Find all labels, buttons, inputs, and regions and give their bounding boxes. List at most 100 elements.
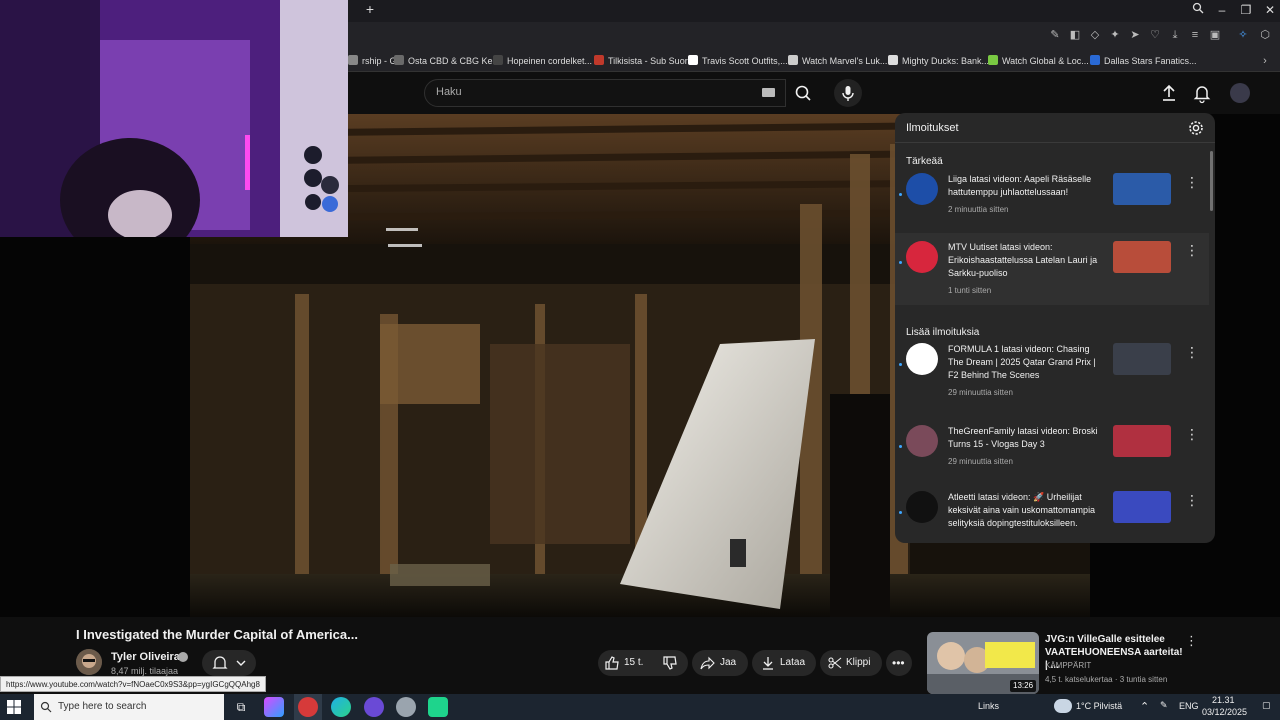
cloud-icon (1054, 699, 1072, 713)
language-indicator[interactable]: ENG (1179, 701, 1199, 711)
chevron-down-icon (236, 660, 246, 666)
notification-thumbnail[interactable] (1113, 425, 1171, 457)
bookmark-item[interactable]: Dallas Stars Fanatics... (1090, 54, 1197, 68)
more-vertical-icon[interactable]: ⋮ (1185, 493, 1199, 507)
search-input[interactable] (424, 79, 786, 107)
share-button[interactable]: Jaa (692, 650, 748, 676)
notification-item[interactable]: FORMULA 1 latasi videon: Chasing The Dre… (895, 335, 1209, 405)
extension-icon[interactable]: ✦ (1108, 28, 1122, 42)
notifications-scrollbar[interactable] (1210, 151, 1213, 211)
shield-icon[interactable]: ◇ (1088, 28, 1102, 42)
notification-channel-avatar[interactable] (906, 491, 938, 523)
notification-channel-avatar[interactable] (906, 343, 938, 375)
notification-thumbnail[interactable] (1113, 491, 1171, 523)
channel-name[interactable]: Tyler Oliveira (111, 651, 180, 663)
bookmark-item[interactable]: Osta CBD & CBG Ke... (394, 54, 500, 68)
edit-icon[interactable]: ✎ (1048, 28, 1062, 42)
unread-dot-icon (899, 445, 902, 448)
notification-channel-avatar[interactable] (906, 241, 938, 273)
profile-icon[interactable]: ⬡ (1258, 28, 1272, 42)
windows-start-icon[interactable] (6, 699, 22, 715)
like-count[interactable]: 15 t. (624, 650, 643, 676)
sidebar-icon[interactable]: ✧ (1236, 28, 1250, 42)
chevron-right-icon[interactable]: › (1258, 54, 1272, 68)
channel-avatar[interactable] (76, 649, 102, 675)
new-tab-icon[interactable]: + (363, 2, 377, 16)
thumbs-down-icon[interactable] (662, 656, 678, 670)
chevron-up-icon[interactable]: ⌃ (1140, 700, 1149, 713)
search-icon (795, 85, 809, 99)
upload-icon[interactable] (1158, 82, 1180, 104)
bookmark-item[interactable]: Mighty Ducks: Bank... (888, 54, 989, 68)
notification-thumbnail[interactable] (1113, 241, 1171, 273)
notification-thumbnail[interactable] (1113, 343, 1171, 375)
more-vertical-icon[interactable]: ⋮ (1185, 345, 1199, 359)
bell-icon[interactable] (1191, 82, 1213, 104)
menu-icon[interactable]: ≡ (1188, 28, 1202, 42)
download-icon[interactable]: ⤓ (1168, 28, 1182, 42)
bookmark-item[interactable]: Tilkisista - Sub Suora (594, 54, 693, 68)
notification-item[interactable]: TheGreenFamily latasi videon: Broski Tur… (895, 417, 1209, 469)
heart-icon[interactable]: ♡ (1148, 28, 1162, 42)
recommended-channel[interactable]: KÄMPPÄRIT (1045, 661, 1091, 670)
opera-icon[interactable] (298, 697, 318, 717)
clock-time[interactable]: 21.31 (1212, 695, 1235, 705)
notification-center-icon[interactable]: ▢ (1262, 700, 1271, 711)
account-avatar[interactable] (1230, 83, 1250, 103)
links-toolbar[interactable]: Links (978, 701, 999, 711)
voice-search-button[interactable] (834, 79, 862, 107)
notification-text: Atleetti latasi videon: 🚀 Urheilijat kek… (948, 492, 1096, 528)
notification-thumbnail[interactable] (1113, 173, 1171, 205)
pen-icon[interactable]: ✎ (1160, 700, 1168, 711)
browser-search-icon[interactable] (1188, 1, 1208, 19)
keyboard-icon[interactable] (762, 88, 775, 97)
recommended-meta: 4,5 t. katselukertaa · 3 tuntia sitten (1045, 675, 1168, 684)
clock-date[interactable]: 03/12/2025 (1202, 707, 1247, 717)
chat-app-icon[interactable] (428, 697, 448, 717)
search-button[interactable] (786, 79, 822, 107)
more-actions-button[interactable]: ••• (886, 650, 912, 676)
notification-time: 29 minuuttia sitten (948, 388, 1013, 397)
bookmark-item[interactable]: Watch Marvel's Luk... (788, 54, 887, 68)
thumbs-up-icon[interactable] (604, 656, 620, 670)
more-vertical-icon[interactable]: ⋮ (1185, 175, 1199, 189)
notification-channel-avatar[interactable] (906, 425, 938, 457)
bookmark-label: Hopeinen cordelket... (507, 56, 593, 66)
gear-icon[interactable] (1188, 120, 1204, 136)
notification-text: FORMULA 1 latasi videon: Chasing The Dre… (948, 344, 1096, 380)
discord-icon[interactable] (364, 697, 384, 717)
more-vertical-icon[interactable]: ⋮ (1185, 243, 1199, 257)
more-vertical-icon[interactable]: ⋮ (1185, 633, 1198, 648)
notification-item[interactable]: Atleetti latasi videon: 🚀 Urheilijat kek… (895, 483, 1209, 535)
clip-button[interactable]: Klippi (820, 650, 882, 676)
notification-item[interactable]: MTV Uutiset latasi videon: Erikoishaasta… (895, 233, 1209, 305)
bookmark-item[interactable]: Travis Scott Outfits,... (688, 54, 788, 68)
notification-text: Liiga latasi videon: Aapeli Räsäselle ha… (948, 174, 1092, 197)
minimize-icon[interactable]: – (1212, 1, 1232, 19)
edge-icon[interactable] (331, 697, 351, 717)
task-view-icon[interactable]: ⧉ (231, 697, 251, 717)
unread-dot-icon (899, 193, 902, 196)
bookmark-favicon-icon (594, 55, 604, 65)
copilot-icon[interactable] (264, 697, 284, 717)
bookmark-favicon-icon (394, 55, 404, 65)
notification-item[interactable]: Liiga latasi videon: Aapeli Räsäselle ha… (895, 165, 1209, 221)
bookmark-favicon-icon (888, 55, 898, 65)
notification-channel-avatar[interactable] (906, 173, 938, 205)
more-vertical-icon[interactable]: ⋮ (1185, 427, 1199, 441)
screenshot-icon[interactable]: ◧ (1068, 28, 1082, 42)
bookmark-item[interactable]: Watch Global & Loc... (988, 54, 1089, 68)
restore-icon[interactable]: ❐ (1236, 1, 1256, 19)
send-icon[interactable]: ➤ (1128, 28, 1142, 42)
weather-text[interactable]: 1°C Pilvistä (1076, 701, 1122, 711)
notification-time: 2 minuuttia sitten (948, 205, 1009, 214)
subscription-bell-button[interactable] (202, 650, 256, 676)
bookmark-item[interactable]: Hopeinen cordelket... (493, 54, 592, 68)
download-button[interactable]: Lataa (752, 650, 816, 676)
bookmark-label: Tilkisista - Sub Suora (608, 56, 693, 66)
close-icon[interactable]: ✕ (1260, 1, 1280, 19)
bell-icon (212, 656, 228, 669)
more-horizontal-icon: ••• (892, 656, 905, 670)
shield-app-icon[interactable] (396, 697, 416, 717)
wallet-icon[interactable]: ▣ (1208, 28, 1222, 42)
